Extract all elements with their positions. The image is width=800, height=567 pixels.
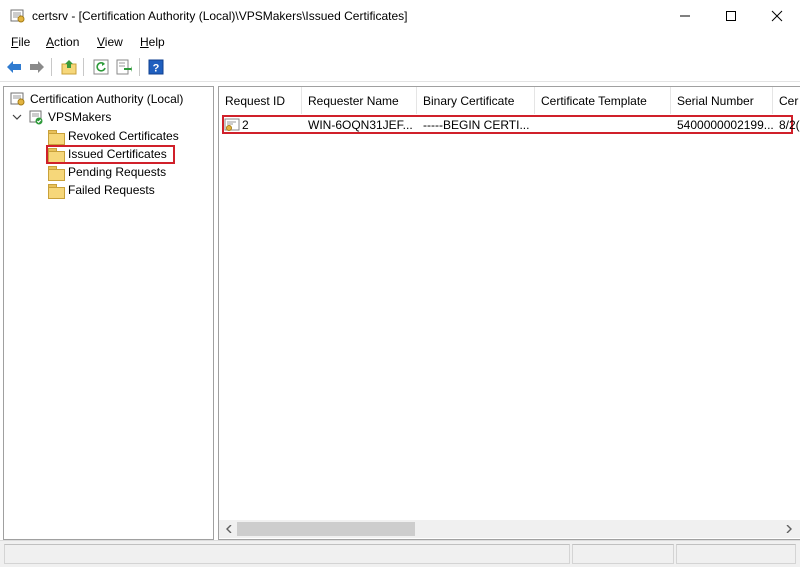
toolbar-separator <box>139 58 140 76</box>
folder-icon <box>48 165 65 181</box>
export-list-button[interactable] <box>115 58 133 76</box>
close-button[interactable] <box>754 0 800 32</box>
scroll-left-icon[interactable] <box>221 520 237 538</box>
minimize-icon <box>680 15 690 17</box>
certificate-app-icon <box>10 8 26 24</box>
menu-bar: File Action View Help <box>0 32 800 53</box>
status-pane-tertiary <box>676 544 796 564</box>
menu-file[interactable]: File <box>11 35 30 49</box>
certificate-icon <box>224 118 240 131</box>
svg-text:?: ? <box>153 63 160 75</box>
menu-help[interactable]: Help <box>140 35 165 49</box>
ca-server-icon <box>29 110 43 125</box>
scroll-right-icon[interactable] <box>781 520 797 538</box>
close-icon <box>771 10 783 22</box>
tree-item-vpsmakers[interactable]: VPSMakers <box>12 108 111 126</box>
tree-item-label: Pending Requests <box>68 165 167 179</box>
console-tree: Certification Authority (Local) VPSMaker… <box>3 86 214 540</box>
selection-highlight <box>46 145 175 164</box>
status-pane-secondary <box>572 544 674 564</box>
tree-root-certification-authority[interactable]: Certification Authority (Local) <box>10 90 183 108</box>
back-arrow-icon <box>7 61 21 73</box>
chevron-down-icon[interactable] <box>12 112 22 122</box>
results-list: Request ID Requester Name Binary Certifi… <box>218 86 800 540</box>
status-pane-main <box>4 544 570 564</box>
refresh-button[interactable] <box>92 58 110 76</box>
column-header-request-id[interactable]: Request ID <box>219 87 302 114</box>
back-button[interactable] <box>5 58 23 76</box>
column-header-requester-name[interactable]: Requester Name <box>302 87 417 114</box>
tree-item-pending-requests[interactable]: Pending Requests <box>48 163 166 181</box>
certification-authority-icon <box>10 92 25 106</box>
up-one-level-button[interactable] <box>60 58 78 76</box>
minimize-button[interactable] <box>662 0 708 32</box>
request-id-cell: 2 <box>242 117 249 132</box>
folder-icon <box>48 129 65 145</box>
tree-item-failed-requests[interactable]: Failed Requests <box>48 181 155 199</box>
menu-view[interactable]: View <box>97 35 123 49</box>
tree-item-label: VPSMakers <box>48 110 112 124</box>
tree-item-label: Revoked Certificates <box>68 129 179 143</box>
column-header-binary-certificate[interactable]: Binary Certificate <box>417 87 535 114</box>
tree-item-label: Failed Requests <box>68 183 155 197</box>
binary-certificate-cell[interactable]: -----BEGIN CERTI... <box>417 116 535 133</box>
serial-number-cell[interactable]: 5400000002199... <box>671 116 773 133</box>
scrollbar-thumb[interactable] <box>237 522 415 536</box>
tree-root-label: Certification Authority (Local) <box>30 92 184 106</box>
certificate-template-cell[interactable] <box>535 116 671 133</box>
up-folder-icon <box>61 60 77 75</box>
toolbar: ? <box>0 53 800 82</box>
requester-name-cell[interactable]: WIN-6OQN31JEF... <box>302 116 417 133</box>
forward-button[interactable] <box>28 58 46 76</box>
column-header-certificate-template[interactable]: Certificate Template <box>535 87 671 114</box>
menu-action[interactable]: Action <box>46 35 79 49</box>
forward-arrow-icon <box>30 61 44 73</box>
certificate-effective-date-cell[interactable]: 8/2( <box>773 116 800 133</box>
refresh-icon <box>93 59 109 75</box>
window-title: certsrv - [Certification Authority (Loca… <box>32 9 408 23</box>
status-bar <box>0 540 800 567</box>
help-icon: ? <box>148 59 164 75</box>
folder-icon <box>48 183 65 199</box>
help-button[interactable]: ? <box>147 58 165 76</box>
toolbar-separator <box>83 58 84 76</box>
horizontal-scrollbar[interactable] <box>219 520 800 538</box>
title-bar: certsrv - [Certification Authority (Loca… <box>0 0 800 32</box>
export-list-icon <box>116 59 132 75</box>
toolbar-separator <box>51 58 52 76</box>
column-header-certificate-effective-date[interactable]: Cer <box>773 87 800 114</box>
maximize-button[interactable] <box>708 0 754 32</box>
table-row[interactable]: 2 <box>219 116 302 133</box>
maximize-icon <box>726 11 736 21</box>
column-header-serial-number[interactable]: Serial Number <box>671 87 773 114</box>
tree-item-revoked-certificates[interactable]: Revoked Certificates <box>48 127 179 145</box>
